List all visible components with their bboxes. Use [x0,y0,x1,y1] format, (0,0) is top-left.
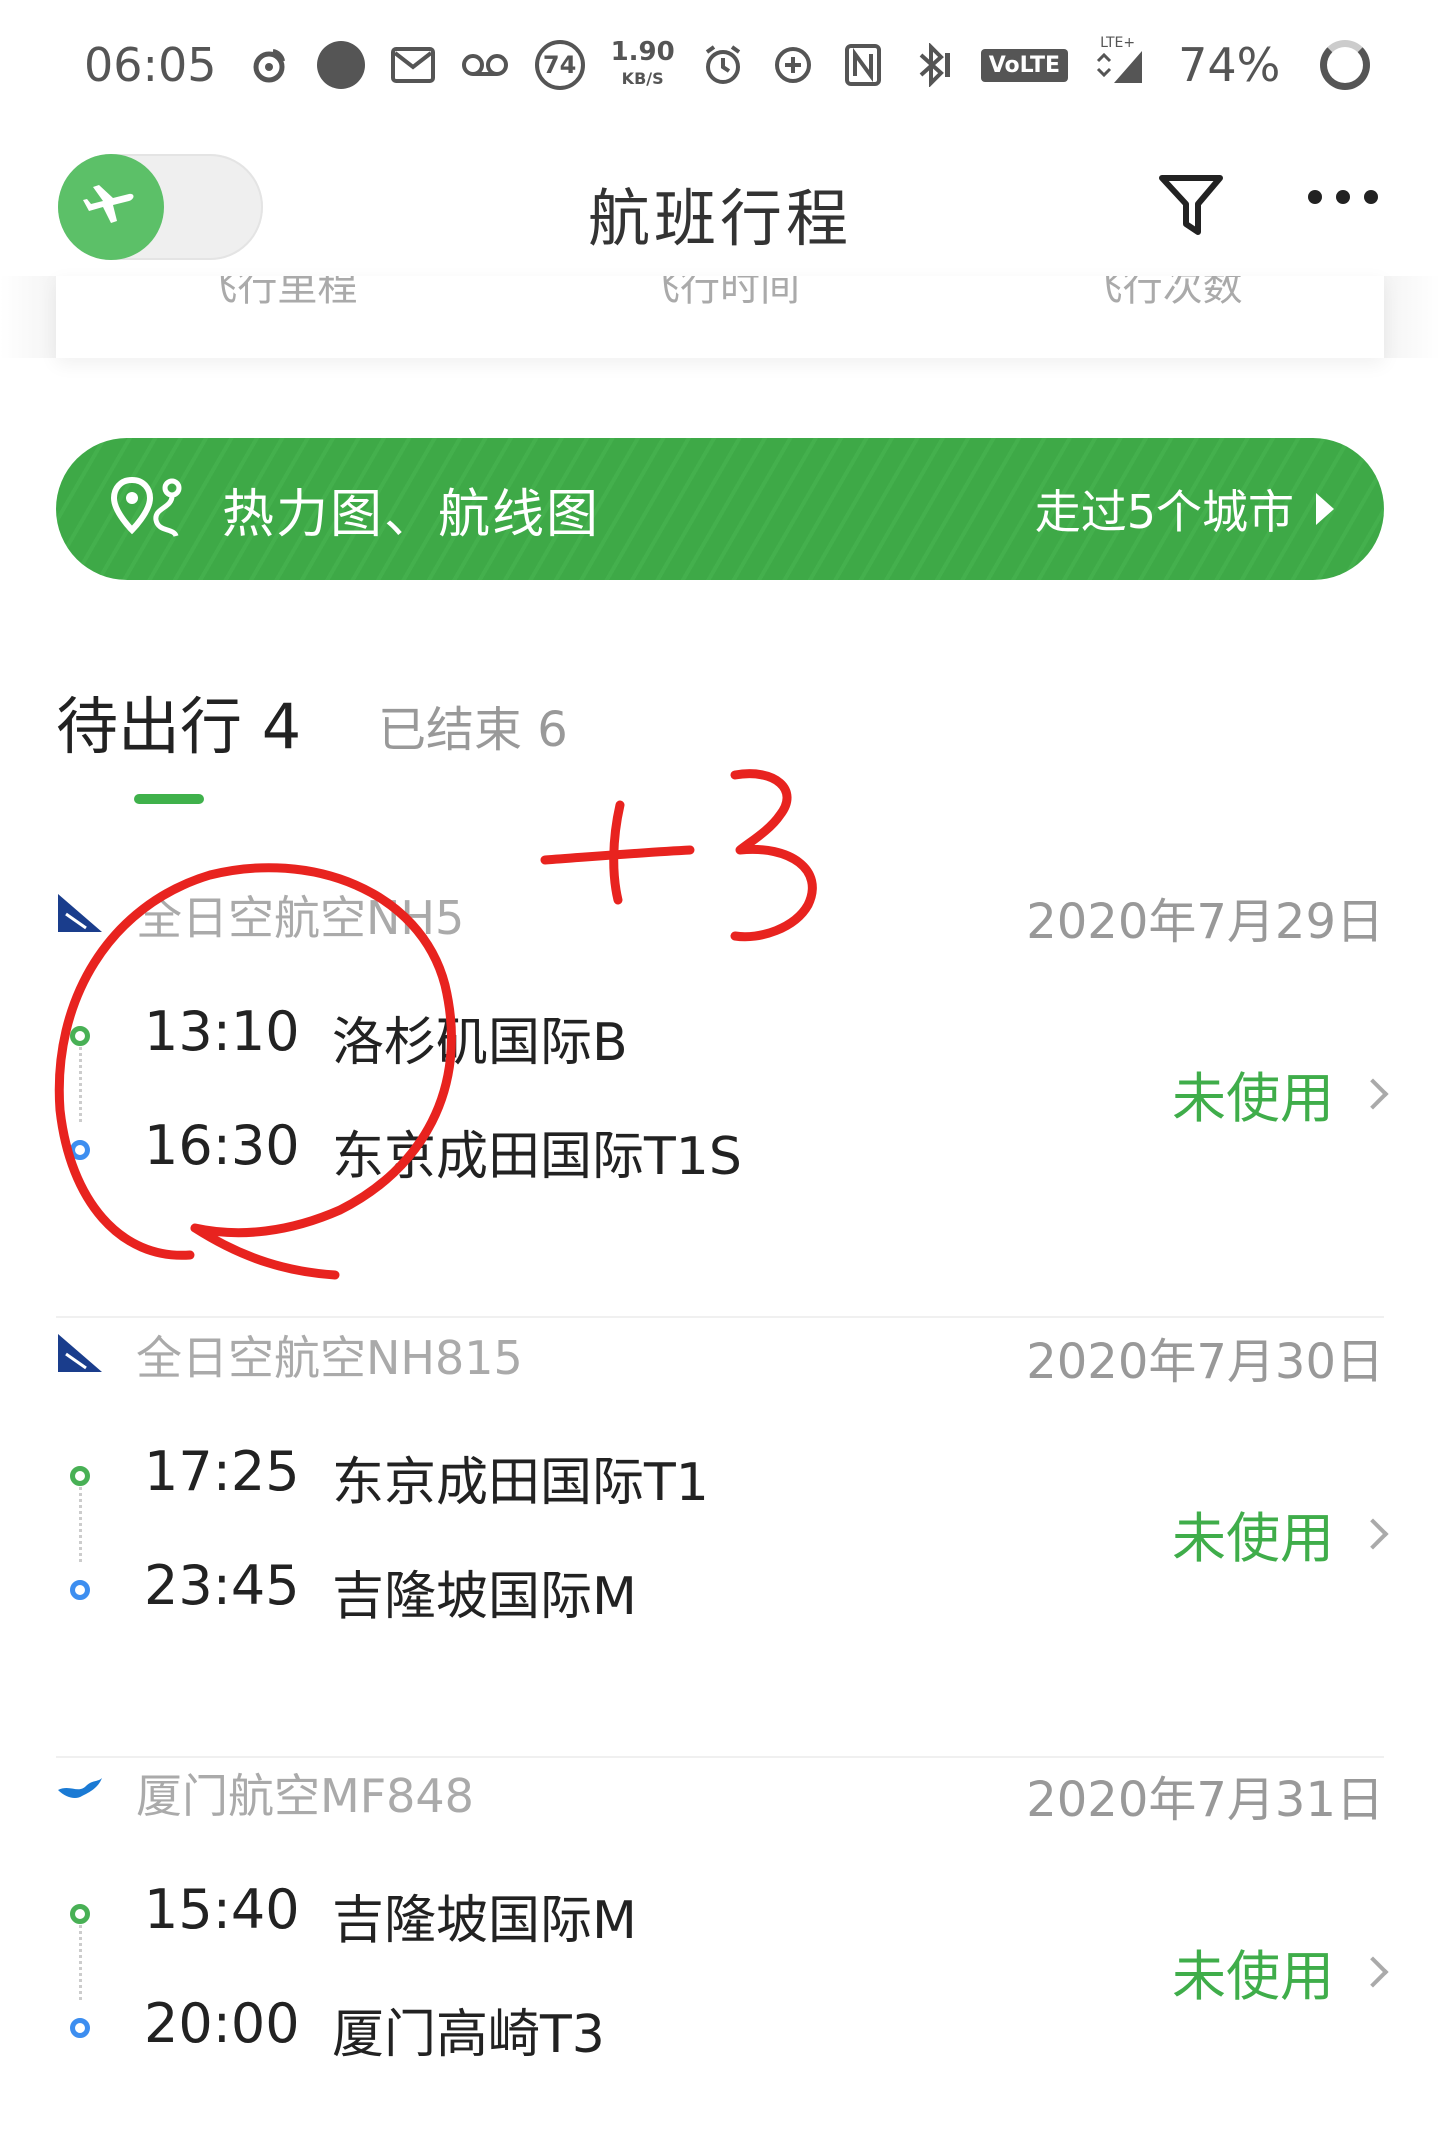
banner-cities-text: 走过5个城市 [1034,485,1294,539]
more-icon[interactable] [1308,190,1378,204]
data-saver-icon [771,41,815,89]
flight-status[interactable]: 未使用 [1172,1054,1389,1133]
arrival-dot-icon [70,1580,90,1600]
stats-shadow-left [0,276,56,358]
flight-header: 厦门航空MF848 2020年7月31日 [56,1756,1384,1836]
stat-label-duration: 飞行时间 [639,276,800,310]
mail-icon [390,41,435,89]
stats-row: 飞行里程 飞行时间 飞行次数 [56,276,1384,312]
airline-name: 厦门航空MF848 [136,1769,474,1823]
banner-label: 热力图、航线图 [222,484,601,545]
active-tab-indicator [134,794,204,804]
battery-icon [1320,40,1371,90]
flight-card[interactable]: 厦门航空MF848 2020年7月31日 15:40 吉隆坡国际M 20:00 … [56,1756,1389,2146]
airline-name: 全日空航空NH5 [136,891,465,945]
departure-airport: 东京成田国际T1 [332,1453,709,1513]
lte-label: LTE+ [1100,35,1136,51]
battery-percent: 74% [1178,38,1281,92]
departure-dot-icon [70,1904,90,1924]
arrival-airport: 厦门高崎T3 [332,2005,605,2065]
departure-time: 17:25 [144,1440,300,1503]
stats-strip: 飞行里程 飞行时间 飞行次数 [56,276,1384,358]
chevron-right-icon [1357,1517,1389,1550]
ana-logo-icon [58,894,102,932]
departure-leg: 13:10 洛杉矶国际B [56,1000,956,1073]
trip-tabs: 待出行 4 已结束 6 [56,676,1384,806]
net-speed: 1.90 KB/S [610,36,675,91]
arrival-time: 20:00 [144,1992,300,2055]
arrival-leg: 23:45 吉隆坡国际M [56,1554,956,1627]
filter-icon[interactable] [1156,170,1226,240]
alarm-icon [701,41,745,89]
net-speed-value: 1.90 [610,36,675,67]
badge-count: 74 [542,51,577,79]
departure-time: 15:40 [144,1878,300,1941]
flight-header: 全日空航空NH815 2020年7月30日 [56,1318,1384,1398]
status-label: 未使用 [1172,1945,1334,2008]
bluetooth-icon [911,41,955,89]
status-label: 未使用 [1172,1067,1334,1130]
flight-date: 2020年7月31日 [1026,1772,1384,1828]
xiamen-air-logo-icon [58,1778,102,1798]
departure-leg: 15:40 吉隆坡国际M [56,1878,956,1951]
flight-header: 全日空航空NH5 2020年7月29日 [56,878,1384,958]
tab-finished[interactable]: 已结束 6 [378,690,568,760]
flight-date: 2020年7月29日 [1026,894,1384,950]
ana-logo-icon [58,1334,102,1372]
flight-card[interactable]: 全日空航空NH5 2020年7月29日 13:10 洛杉矶国际B 16:30 东… [56,878,1389,1318]
stats-shadow-right [1384,276,1440,358]
flight-status[interactable]: 未使用 [1172,1494,1389,1573]
arrival-time: 23:45 [144,1554,300,1617]
airline-name: 全日空航空NH815 [136,1331,523,1385]
voicemail-icon [461,41,509,89]
signal-icon: LTE+ [1094,35,1144,89]
departure-dot-icon [70,1466,90,1486]
top-nav: 航班行程 [0,140,1440,270]
tab-upcoming[interactable]: 待出行 4 [56,676,301,766]
departure-time: 13:10 [144,1000,300,1063]
flight-status[interactable]: 未使用 [1172,1932,1389,2011]
more-dot [1364,190,1378,204]
notification-dot-icon [316,41,365,89]
arrival-airport: 吉隆坡国际M [332,1567,637,1627]
status-label: 未使用 [1172,1507,1334,1570]
banner-cities[interactable]: 走过5个城市 [1035,476,1334,542]
nfc-icon [841,41,885,89]
departure-dot-icon [70,1026,90,1046]
net-speed-unit: KB/S [621,68,664,88]
arrival-leg: 16:30 东京成田国际T1S [56,1114,956,1187]
arrival-dot-icon [70,2018,90,2038]
more-dot [1336,190,1350,204]
status-bar: 06:05 74 1.90 KB/S VoLTE LTE+ 74% [0,0,1440,130]
heatmap-route-banner[interactable]: 热力图、航线图 走过5个城市 [56,438,1384,580]
badge-count-icon: 74 [534,40,585,90]
triangle-right-icon [1316,493,1334,525]
flight-card[interactable]: 全日空航空NH815 2020年7月30日 17:25 东京成田国际T1 23:… [56,1318,1389,1758]
map-pin-route-icon [110,476,182,538]
stat-label-count: 飞行次数 [1082,276,1243,310]
departure-leg: 17:25 东京成田国际T1 [56,1440,956,1513]
status-time: 06:05 [84,38,217,92]
status-icons: 74 1.90 KB/S VoLTE LTE+ 74% [247,35,1371,92]
arrival-time: 16:30 [144,1114,300,1177]
volte-badge: VoLTE [980,48,1069,82]
weibo-icon [247,41,291,89]
flight-date: 2020年7月30日 [1026,1334,1384,1390]
chevron-right-icon [1357,1077,1389,1110]
departure-airport: 吉隆坡国际M [332,1891,637,1951]
arrival-dot-icon [70,1140,90,1160]
arrival-airport: 东京成田国际T1S [332,1127,742,1187]
arrival-leg: 20:00 厦门高崎T3 [56,1992,956,2065]
stat-label-distance: 飞行里程 [197,276,358,310]
departure-airport: 洛杉矶国际B [332,1013,628,1073]
more-dot [1308,190,1322,204]
chevron-right-icon [1357,1955,1389,1988]
